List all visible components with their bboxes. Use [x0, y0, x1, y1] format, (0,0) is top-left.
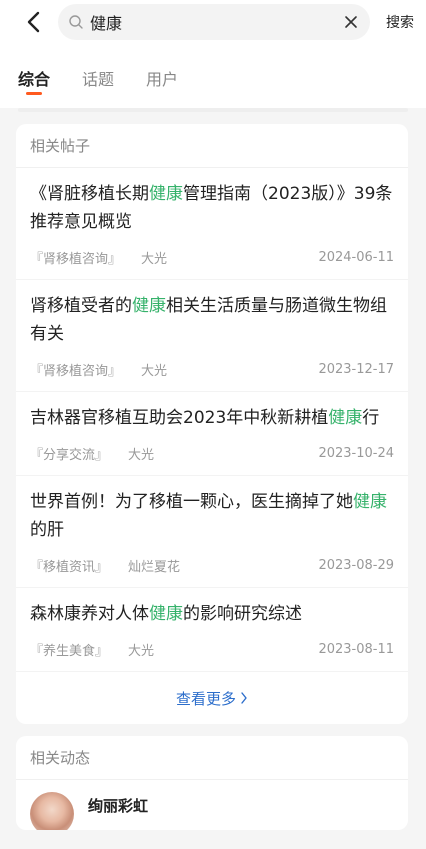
results: 相关帖子 《肾脏移植长期健康管理指南（2023版）》39条推荐意见概览 『肾移植…: [0, 112, 426, 830]
dynamics-card: 相关动态 绚丽彩虹: [16, 736, 408, 830]
post-item[interactable]: 世界首例！为了移植一颗心，医生摘掉了她健康的肝 『移植资讯』 灿烂夏花 2023…: [16, 476, 408, 588]
title-text: 的肝: [30, 520, 64, 540]
post-author: 大光: [141, 364, 168, 379]
post-category: 『养生美食』: [30, 644, 109, 659]
tab-label: 用户: [146, 70, 179, 89]
post-title: 《肾脏移植长期健康管理指南（2023版）》39条推荐意见概览: [30, 180, 394, 236]
title-text: 森林康养对人体: [30, 604, 149, 624]
post-category: 『肾移植咨询』: [30, 252, 122, 267]
post-date: 2024-06-11: [318, 250, 394, 265]
section-title: 相关动态: [16, 736, 408, 780]
keyword-highlight: 健康: [132, 296, 166, 316]
search-icon: [68, 14, 84, 30]
tab-label: 综合: [18, 70, 51, 89]
post-item[interactable]: 《肾脏移植长期健康管理指南（2023版）》39条推荐意见概览 『肾移植咨询』 大…: [16, 168, 408, 280]
post-title: 肾移植受者的健康相关生活质量与肠道微生物组有关: [30, 292, 394, 348]
post-category: 『移植资讯』: [30, 560, 109, 575]
posts-card: 相关帖子 《肾脏移植长期健康管理指南（2023版）》39条推荐意见概览 『肾移植…: [16, 124, 408, 724]
title-text: 世界首例！为了移植一颗心，医生摘掉了她: [30, 492, 353, 512]
tab-topics[interactable]: 话题: [82, 66, 114, 90]
post-author: 灿烂夏花: [128, 560, 181, 575]
active-tab-indicator: [26, 92, 42, 95]
section-title: 相关帖子: [16, 124, 408, 168]
post-item[interactable]: 吉林器官移植互助会2023年中秋新耕植健康行 『分享交流』 大光 2023-10…: [16, 392, 408, 476]
title-text: 《肾脏移植长期: [30, 184, 149, 204]
back-button[interactable]: [22, 10, 46, 34]
search-input[interactable]: [90, 12, 338, 32]
post-title: 吉林器官移植互助会2023年中秋新耕植健康行: [30, 404, 394, 432]
view-more-link[interactable]: 查看更多: [16, 672, 408, 724]
dynamic-item[interactable]: 绚丽彩虹: [16, 780, 408, 830]
post-meta: 『养生美食』 大光 2023-08-11: [30, 640, 394, 659]
title-text: 肾移植受者的: [30, 296, 132, 316]
tab-label: 话题: [82, 70, 115, 89]
username: 绚丽彩虹: [88, 796, 149, 815]
keyword-highlight: 健康: [149, 184, 183, 204]
chevron-left-icon: [27, 11, 40, 33]
tab-users[interactable]: 用户: [146, 66, 178, 90]
post-author: 大光: [128, 448, 155, 463]
post-author: 大光: [128, 644, 155, 659]
post-title: 森林康养对人体健康的影响研究综述: [30, 600, 394, 628]
post-date: 2023-12-17: [318, 362, 394, 377]
post-title: 世界首例！为了移植一颗心，医生摘掉了她健康的肝: [30, 488, 394, 544]
post-category: 『肾移植咨询』: [30, 364, 122, 379]
top-bar: 搜索 综合 话题 用户: [0, 0, 426, 108]
close-icon[interactable]: [344, 15, 358, 29]
post-category: 『分享交流』: [30, 448, 109, 463]
post-date: 2023-08-11: [318, 642, 394, 657]
post-author: 大光: [141, 252, 168, 267]
tab-comprehensive[interactable]: 综合: [18, 66, 51, 95]
chevron-right-icon: [240, 692, 248, 704]
keyword-highlight: 健康: [353, 492, 387, 512]
post-item[interactable]: 森林康养对人体健康的影响研究综述 『养生美食』 大光 2023-08-11: [16, 588, 408, 672]
view-more-label: 查看更多: [175, 689, 236, 708]
search-button[interactable]: 搜索: [370, 12, 414, 32]
search-box[interactable]: [58, 4, 370, 40]
title-text: 吉林器官移植互助会2023年中秋新耕植: [30, 408, 329, 428]
post-meta: 『肾移植咨询』 大光 2024-06-11: [30, 248, 394, 267]
post-date: 2023-10-24: [318, 446, 394, 461]
title-text: 的影响研究综述: [183, 604, 302, 624]
post-item[interactable]: 肾移植受者的健康相关生活质量与肠道微生物组有关 『肾移植咨询』 大光 2023-…: [16, 280, 408, 392]
post-meta: 『肾移植咨询』 大光 2023-12-17: [30, 360, 394, 379]
keyword-highlight: 健康: [149, 604, 183, 624]
post-date: 2023-08-29: [318, 558, 394, 573]
avatar[interactable]: [30, 792, 74, 830]
search-row: 搜索: [0, 0, 426, 44]
post-meta: 『移植资讯』 灿烂夏花 2023-08-29: [30, 556, 394, 575]
post-meta: 『分享交流』 大光 2023-10-24: [30, 444, 394, 463]
title-text: 行: [362, 408, 380, 428]
tab-bar: 综合 话题 用户: [0, 44, 426, 104]
keyword-highlight: 健康: [328, 408, 363, 428]
